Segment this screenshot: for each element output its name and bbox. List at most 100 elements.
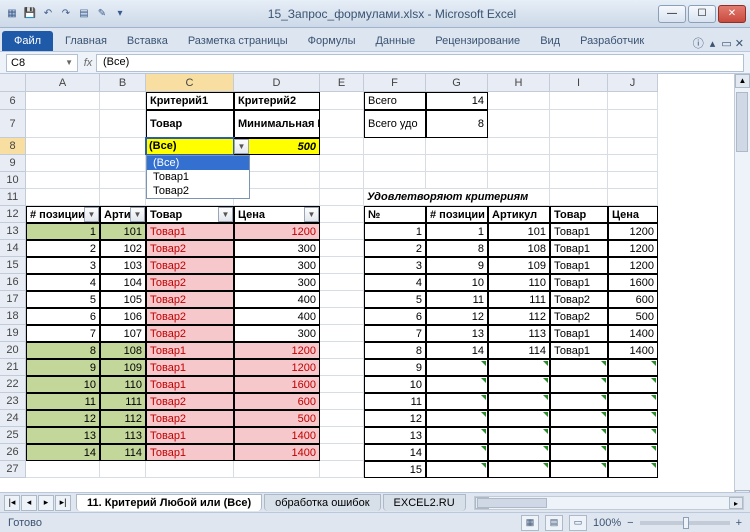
column-header[interactable]: G — [426, 74, 488, 92]
column-header[interactable]: A — [26, 74, 100, 92]
row-header[interactable]: 6 — [0, 92, 26, 110]
cell[interactable] — [100, 461, 146, 478]
cell[interactable]: 6 — [364, 308, 426, 325]
cell[interactable]: 8 — [364, 342, 426, 359]
cell[interactable]: 8 — [26, 342, 100, 359]
cell[interactable] — [550, 155, 608, 172]
sheet-tab-active[interactable]: 11. Критерий Любой или (Все) — [76, 494, 262, 511]
cell[interactable] — [320, 257, 364, 274]
row-header[interactable]: 10 — [0, 172, 26, 189]
zoom-slider[interactable] — [640, 521, 730, 525]
cell[interactable]: Товар1 — [146, 359, 234, 376]
cell[interactable]: Товар1 — [146, 342, 234, 359]
normal-view-icon[interactable]: ▦ — [521, 515, 539, 531]
cell[interactable]: 113 — [100, 427, 146, 444]
cell[interactable]: 600 — [234, 393, 320, 410]
sheet-tab[interactable]: обработка ошибок — [264, 494, 380, 511]
cell[interactable] — [488, 92, 550, 110]
cell[interactable]: 108 — [100, 342, 146, 359]
ribbon-tab[interactable]: Рецензирование — [425, 31, 530, 51]
dropdown-option[interactable]: Товар2 — [147, 184, 249, 198]
cell[interactable]: Товар2 — [146, 393, 234, 410]
cell[interactable]: 11 — [26, 393, 100, 410]
cell[interactable]: 300 — [234, 257, 320, 274]
cell[interactable]: Товар1 — [550, 342, 608, 359]
cell[interactable] — [550, 189, 608, 206]
cell[interactable] — [488, 427, 550, 444]
vertical-scrollbar[interactable]: ▲ ▼ — [734, 74, 750, 504]
qat-icon[interactable]: ▤ — [76, 6, 92, 22]
cell[interactable] — [608, 393, 658, 410]
row-header[interactable]: 21 — [0, 359, 26, 376]
cell[interactable]: 101 — [488, 223, 550, 240]
cell[interactable]: 11 — [364, 393, 426, 410]
cell[interactable] — [550, 444, 608, 461]
column-header[interactable]: I — [550, 74, 608, 92]
cell[interactable]: 1200 — [234, 223, 320, 240]
cell[interactable] — [320, 206, 364, 223]
row-header[interactable]: 14 — [0, 240, 26, 257]
ribbon-tab[interactable]: Формулы — [298, 31, 366, 51]
cell[interactable] — [488, 359, 550, 376]
cell[interactable]: Товар1 — [146, 376, 234, 393]
cell[interactable]: 9 — [26, 359, 100, 376]
cell[interactable] — [364, 138, 426, 155]
cell[interactable] — [488, 138, 550, 155]
maximize-button[interactable]: ☐ — [688, 5, 716, 23]
cell[interactable]: 2 — [364, 240, 426, 257]
cell[interactable] — [488, 461, 550, 478]
cell[interactable]: Товар1 — [550, 240, 608, 257]
undo-icon[interactable]: ↶ — [40, 6, 56, 22]
cell[interactable] — [320, 376, 364, 393]
ribbon-tab[interactable]: Разработчик — [570, 31, 654, 51]
cell[interactable] — [550, 92, 608, 110]
row-header[interactable]: 15 — [0, 257, 26, 274]
cell[interactable]: 109 — [488, 257, 550, 274]
cell[interactable] — [26, 138, 100, 155]
cell[interactable]: 1200 — [608, 223, 658, 240]
cell[interactable]: 2 — [26, 240, 100, 257]
cell[interactable]: Удовлетворяют критериям — [364, 189, 550, 206]
cell[interactable]: Всего — [364, 92, 426, 110]
cell[interactable] — [426, 138, 488, 155]
cell[interactable] — [100, 172, 146, 189]
cell[interactable]: 10 — [364, 376, 426, 393]
cell[interactable]: Всего удо — [364, 110, 426, 138]
cell[interactable] — [426, 393, 488, 410]
cell[interactable]: 107 — [100, 325, 146, 342]
page-break-view-icon[interactable]: ▭ — [569, 515, 587, 531]
cell[interactable] — [320, 291, 364, 308]
select-all-corner[interactable] — [0, 74, 26, 92]
cell[interactable] — [426, 376, 488, 393]
cell[interactable]: 12 — [26, 410, 100, 427]
cell[interactable] — [320, 172, 364, 189]
cell[interactable] — [488, 172, 550, 189]
cell[interactable]: 103 — [100, 257, 146, 274]
cell[interactable]: 11 — [426, 291, 488, 308]
cell[interactable]: 110 — [488, 274, 550, 291]
cell[interactable] — [488, 444, 550, 461]
filter-dropdown-icon[interactable]: ▼ — [130, 207, 145, 222]
cell[interactable]: 400 — [234, 308, 320, 325]
validation-dropdown-icon[interactable]: ▼ — [234, 139, 249, 154]
row-header[interactable]: 11 — [0, 189, 26, 206]
row-header[interactable]: 17 — [0, 291, 26, 308]
scroll-thumb[interactable] — [736, 92, 748, 152]
cell[interactable]: 112 — [100, 410, 146, 427]
cell[interactable]: 1200 — [608, 240, 658, 257]
cell[interactable] — [320, 138, 364, 155]
sheet-last-icon[interactable]: ▸| — [55, 495, 71, 511]
cell[interactable] — [320, 189, 364, 206]
save-icon[interactable]: 💾 — [22, 6, 38, 22]
cell[interactable]: 102 — [100, 240, 146, 257]
cell[interactable] — [550, 461, 608, 478]
cell[interactable]: 110 — [100, 376, 146, 393]
cell[interactable]: 9 — [426, 257, 488, 274]
cell[interactable]: Товар — [146, 110, 234, 138]
scroll-thumb[interactable] — [477, 498, 547, 508]
cell[interactable] — [100, 110, 146, 138]
cell[interactable]: 1600 — [608, 274, 658, 291]
dropdown-option[interactable]: Товар1 — [147, 170, 249, 184]
row-header[interactable]: 26 — [0, 444, 26, 461]
row-header[interactable]: 16 — [0, 274, 26, 291]
